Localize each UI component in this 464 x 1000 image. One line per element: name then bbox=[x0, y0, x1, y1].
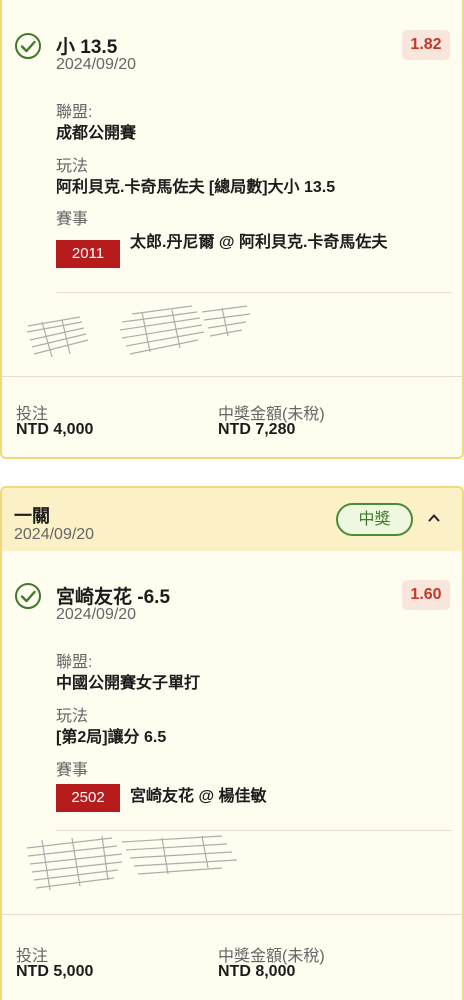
league-value: 成都公開賽 bbox=[56, 125, 137, 142]
check-circle-icon bbox=[15, 33, 41, 59]
scribble-mark bbox=[26, 835, 238, 891]
odds-badge: 1.60 bbox=[402, 580, 450, 610]
bet-type: 一關 bbox=[14, 506, 50, 526]
chevron-up-icon[interactable] bbox=[428, 512, 440, 524]
bet-card: 小 13.5 2024/09/20 1.82 聯盟: 成都公開賽 玩法 阿利貝克… bbox=[0, 0, 464, 459]
payout-value: NTD 8,000 bbox=[218, 963, 296, 980]
event-label: 賽事 bbox=[56, 762, 89, 779]
odds-badge: 1.82 bbox=[402, 30, 450, 60]
selection-date: 2024/09/20 bbox=[56, 56, 137, 73]
card-header[interactable]: 一關 2024/09/20 中獎 bbox=[2, 488, 462, 551]
play-value: 阿利貝克.卡奇馬佐夫 [總局數]大小 13.5 bbox=[56, 179, 336, 196]
footer-divider bbox=[2, 376, 462, 377]
scribble-mark bbox=[26, 305, 251, 358]
event-code-badge: 2502 bbox=[56, 784, 120, 812]
event-label: 賽事 bbox=[56, 211, 89, 228]
selection-title: 小 13.5 bbox=[56, 37, 118, 58]
stake-value: NTD 5,000 bbox=[16, 963, 94, 980]
event-code-badge: 2011 bbox=[56, 240, 120, 268]
bet-date: 2024/09/20 bbox=[14, 526, 95, 543]
event-name: 宮崎友花 @ 楊佳敏 bbox=[130, 788, 267, 805]
status-badge: 中獎 bbox=[336, 503, 413, 536]
stake-value: NTD 4,000 bbox=[16, 421, 94, 438]
selection-date: 2024/09/20 bbox=[56, 606, 137, 623]
footer-divider bbox=[2, 914, 462, 915]
payout-value: NTD 7,280 bbox=[218, 421, 296, 438]
check-circle-icon bbox=[15, 583, 41, 609]
selection-title: 宮崎友花 -6.5 bbox=[56, 587, 171, 608]
league-value: 中國公開賽女子單打 bbox=[56, 675, 201, 692]
bet-card: 一關 2024/09/20 中獎 宮崎友花 -6.5 2024/09/20 1.… bbox=[0, 486, 464, 1000]
play-value: [第2局]讓分 6.5 bbox=[56, 729, 167, 746]
event-name: 太郎.丹尼爾 @ 阿利貝克.卡奇馬佐夫 bbox=[130, 234, 388, 251]
